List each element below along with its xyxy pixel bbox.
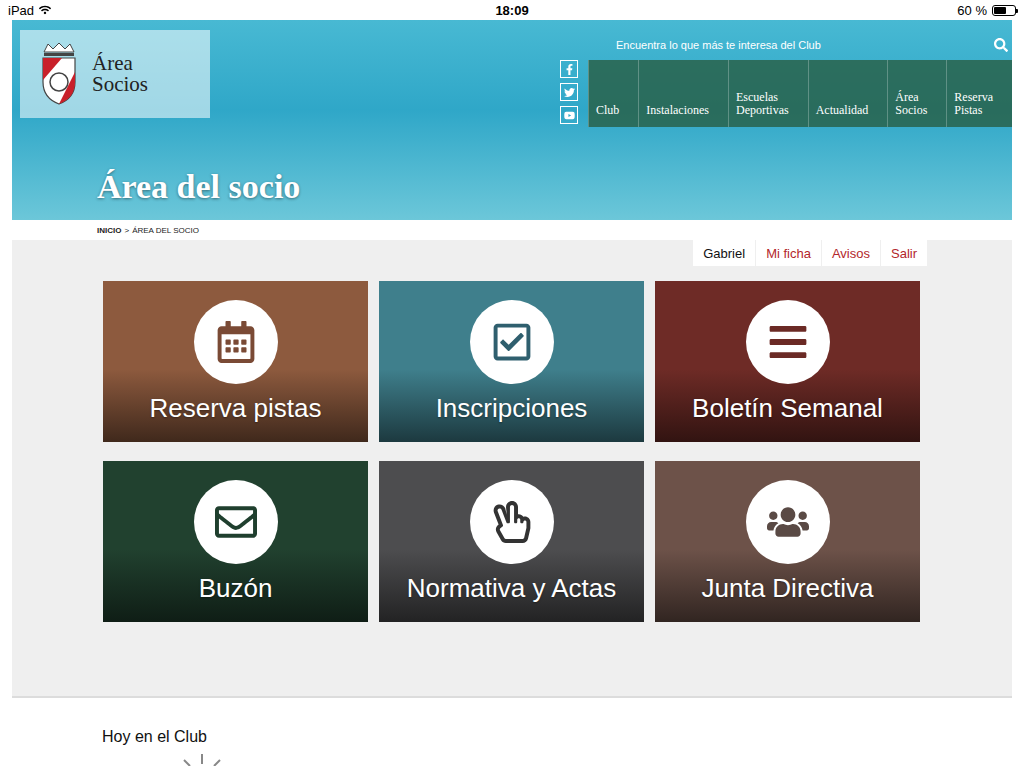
tile-icon-circle	[746, 300, 830, 384]
youtube-button[interactable]	[560, 106, 578, 124]
tile-label: Junta Directiva	[702, 573, 874, 604]
tile-label: Buzón	[199, 573, 273, 604]
breadcrumb: INICIO>ÁREA DEL SOCIO	[0, 220, 1024, 240]
page-title: Área del socio	[97, 168, 1012, 206]
group-icon	[767, 501, 809, 543]
menu-tile[interactable]: Boletín Semanal	[655, 281, 920, 442]
clock: 18:09	[495, 3, 528, 18]
menu-tile[interactable]: Inscripciones	[379, 281, 644, 442]
section-title: Hoy en el Club	[102, 728, 1024, 746]
tile-icon-circle	[194, 480, 278, 564]
envelope-icon	[215, 501, 257, 543]
header-banner: ÁreaSocios Encuentra lo que más te intere…	[12, 20, 1012, 220]
menu-tile[interactable]: Buzón	[103, 461, 368, 622]
battery-icon	[992, 5, 1016, 16]
twitter-button[interactable]	[560, 83, 578, 101]
main-nav: ClubInstalacionesEscuelasDeportivasActua…	[588, 60, 1012, 127]
battery-reading: 60 %	[957, 3, 987, 18]
social-links	[560, 60, 578, 124]
nav-item[interactable]: ReservaPistas	[946, 60, 1012, 127]
device-name: iPad	[8, 3, 34, 18]
nav-item[interactable]: Actualidad	[808, 60, 888, 127]
breadcrumb-item: ÁREA DEL SOCIO	[132, 226, 199, 235]
tile-icon-circle	[746, 480, 830, 564]
user-menu: GabrielMi fichaAvisosSalir	[693, 240, 927, 266]
tile-label: Boletín Semanal	[692, 393, 883, 424]
youtube-icon	[564, 110, 575, 121]
club-logo-icon	[40, 42, 78, 106]
nav-item[interactable]: Club	[588, 60, 638, 127]
status-bar: iPad 18:09 60 %	[0, 0, 1024, 20]
facebook-icon	[564, 64, 575, 75]
tile-grid: Reserva pistas Inscripciones Boletín Seman…	[103, 281, 921, 622]
nav-item[interactable]: EscuelasDeportivas	[728, 60, 808, 127]
logo[interactable]: ÁreaSocios	[20, 30, 210, 118]
checkbox-icon	[491, 321, 533, 363]
facebook-button[interactable]	[560, 60, 578, 78]
calendar-icon	[215, 321, 257, 363]
tile-label: Reserva pistas	[150, 393, 322, 424]
user-link[interactable]: Mi ficha	[756, 240, 821, 266]
menu-tile[interactable]: Normativa y Actas	[379, 461, 644, 622]
menu-tile[interactable]: Reserva pistas	[103, 281, 368, 442]
nav-item[interactable]: Instalaciones	[638, 60, 728, 127]
tile-icon-circle	[470, 480, 554, 564]
tile-icon-circle	[194, 300, 278, 384]
today-section: Hoy en el Club	[0, 698, 1024, 766]
breadcrumb-separator: >	[124, 226, 129, 235]
tile-label: Normativa y Actas	[407, 573, 617, 604]
breadcrumb-item[interactable]: INICIO	[97, 226, 121, 235]
menu-tile[interactable]: Junta Directiva	[655, 461, 920, 622]
tile-label: Inscripciones	[436, 393, 588, 424]
member-area: GabrielMi fichaAvisosSalir Reserva pistas…	[12, 240, 1012, 698]
wifi-icon	[39, 4, 51, 16]
sun-icon	[172, 752, 232, 766]
user-link[interactable]: Salir	[881, 240, 927, 266]
list-icon	[767, 321, 809, 363]
user-name: Gabriel	[693, 240, 755, 266]
tile-icon-circle	[470, 300, 554, 384]
nav-item[interactable]: ÁreaSocios	[887, 60, 946, 127]
twitter-icon	[564, 87, 575, 98]
logo-text: ÁreaSocios	[92, 53, 148, 95]
search-icon[interactable]	[994, 38, 1008, 52]
peace-hand-icon	[491, 501, 533, 543]
page: iPad 18:09 60 % ÁreaSocios Encuentra lo que …	[0, 0, 1024, 768]
tagline: Encuentra lo que más te interesa del Clu…	[616, 39, 821, 51]
user-link[interactable]: Avisos	[822, 240, 880, 266]
